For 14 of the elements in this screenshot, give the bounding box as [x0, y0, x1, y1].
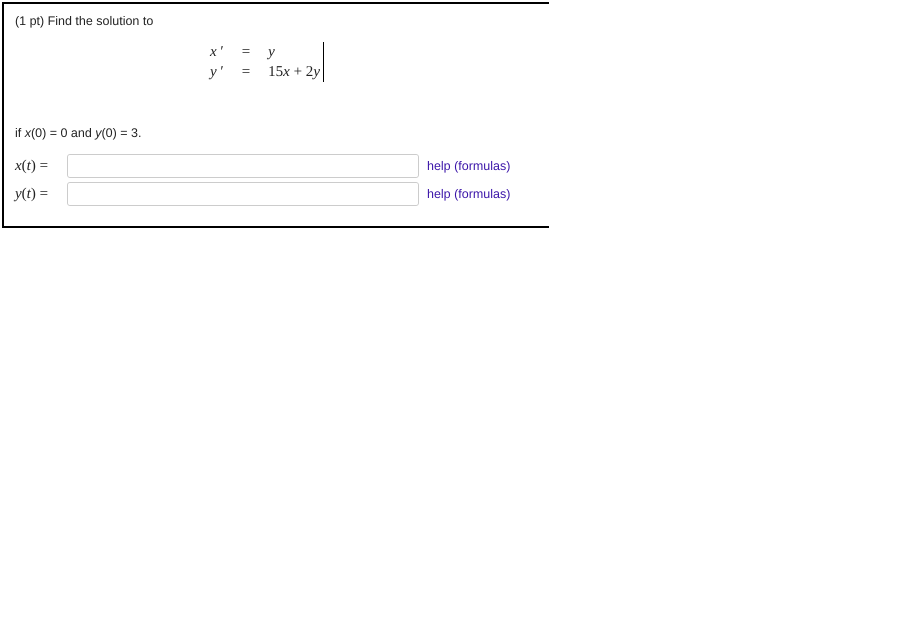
equation-relation: =	[242, 43, 250, 62]
answer-field[interactable]	[67, 154, 419, 178]
problem-prompt: (1 pt) Find the solution to	[15, 14, 154, 28]
answer-field[interactable]	[67, 182, 419, 206]
answer-label: x(t) =	[15, 157, 50, 176]
equation-relation: =	[242, 63, 250, 82]
initial-conditions: if x(0) = 0 and y(0) = 3.	[15, 126, 142, 140]
help-link[interactable]: help (formulas)	[427, 159, 510, 173]
answer-label: y(t) =	[15, 185, 50, 204]
equation-lhs: x ′	[210, 43, 224, 62]
equation-rhs: y	[268, 43, 276, 62]
equation-rhs: 15x + 2y	[268, 63, 320, 82]
equation-lhs: y ′	[210, 63, 224, 82]
help-link[interactable]: help (formulas)	[427, 187, 510, 201]
